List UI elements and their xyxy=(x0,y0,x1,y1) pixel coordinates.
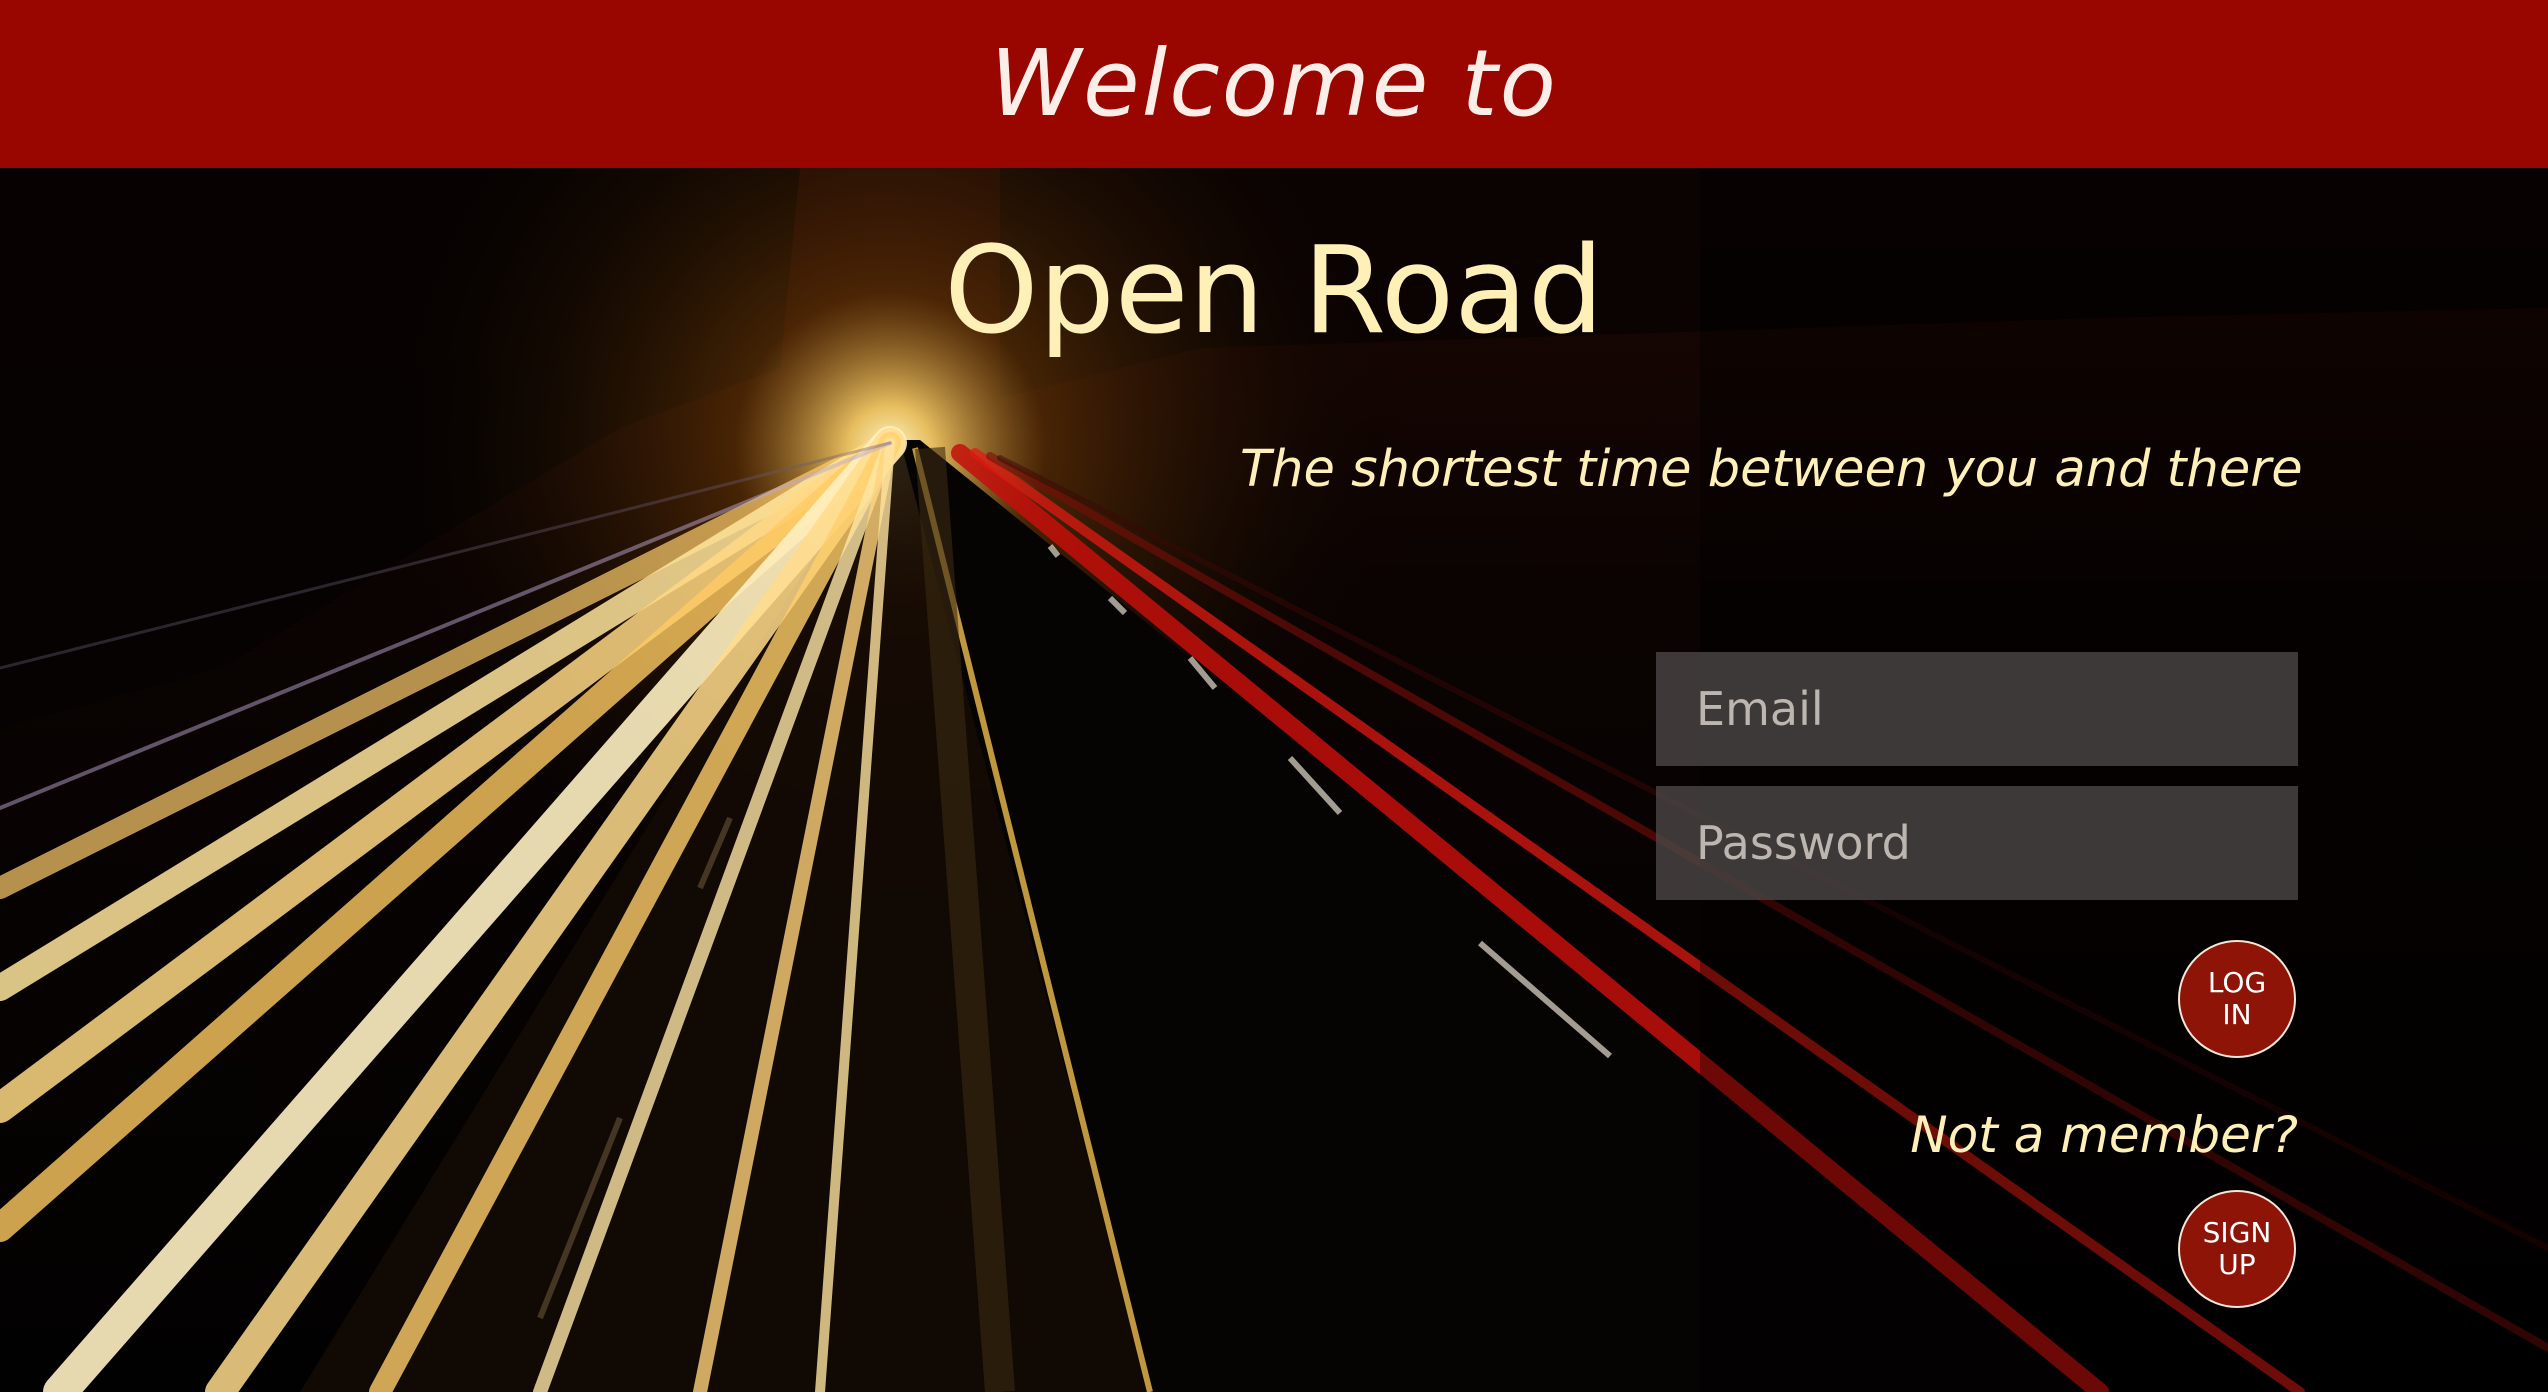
not-member-text: Not a member? xyxy=(1910,1106,2298,1164)
signup-button[interactable]: SIGN UP xyxy=(2178,1190,2296,1308)
app-title: Open Road xyxy=(0,232,2548,352)
login-button-label: LOG IN xyxy=(2207,965,2267,1031)
password-field[interactable] xyxy=(1656,786,2298,900)
header-bar: Welcome to xyxy=(0,0,2548,168)
signup-button-label: SIGN UP xyxy=(2202,1215,2272,1281)
app-title-text: Open Road xyxy=(944,222,1604,361)
welcome-heading: Welcome to xyxy=(990,30,1558,137)
email-field[interactable] xyxy=(1656,652,2298,766)
login-button[interactable]: LOG IN xyxy=(2178,940,2296,1058)
landing-page: Welcome to Open Road The shortest time b… xyxy=(0,0,2548,1392)
tagline: The shortest time between you and there xyxy=(1240,440,2303,499)
